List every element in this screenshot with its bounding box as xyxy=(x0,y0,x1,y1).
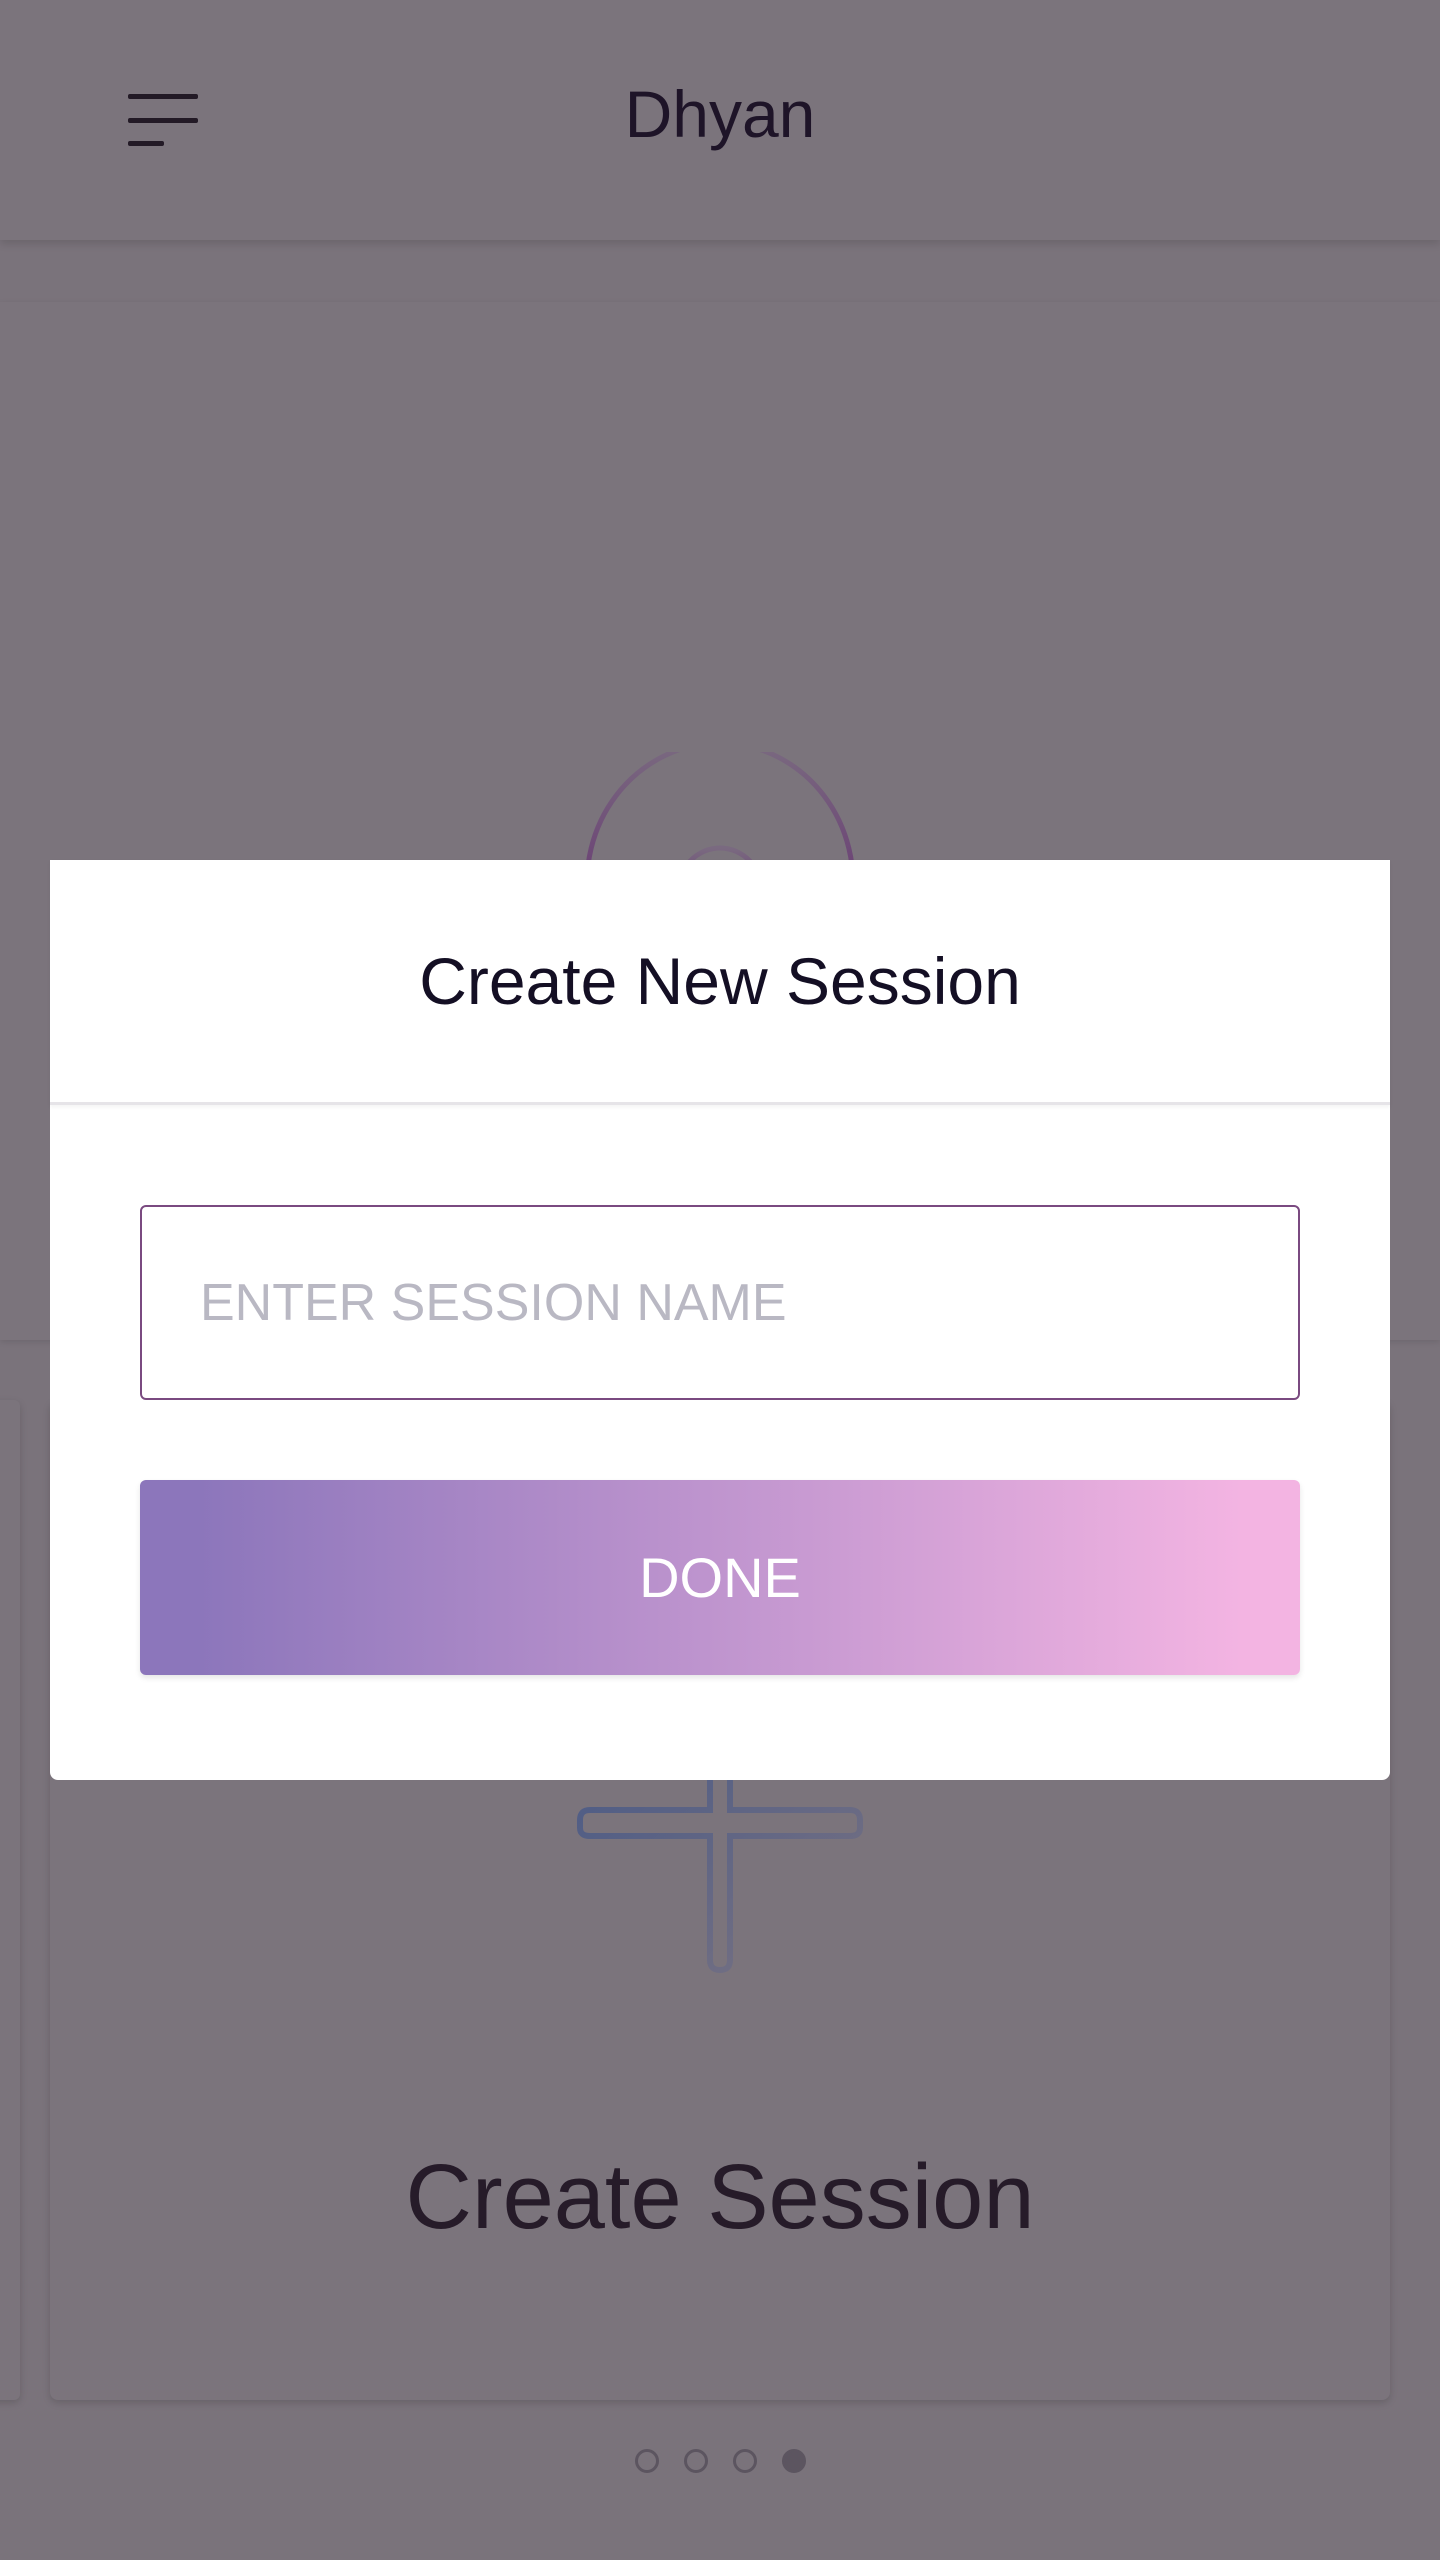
previous-card[interactable] xyxy=(0,1400,20,2400)
dialog-title: Create New Session xyxy=(419,944,1021,1018)
done-button[interactable]: DONE xyxy=(140,1480,1300,1675)
create-session-label: Create Session xyxy=(405,2146,1035,2248)
session-name-input[interactable] xyxy=(140,1205,1300,1400)
carousel-pagination xyxy=(0,2449,1440,2473)
page-dot-2[interactable] xyxy=(683,2449,708,2473)
app-header: Dhyan xyxy=(0,0,1440,240)
page-dot-1[interactable] xyxy=(634,2449,659,2473)
page-dot-3[interactable] xyxy=(732,2449,757,2473)
plus-icon xyxy=(577,1740,863,1974)
page-dot-4-active[interactable] xyxy=(781,2449,806,2473)
dialog-header: Create New Session xyxy=(50,860,1390,1105)
app-title: Dhyan xyxy=(624,77,816,151)
create-session-dialog: Create New Session DONE xyxy=(50,860,1390,1780)
